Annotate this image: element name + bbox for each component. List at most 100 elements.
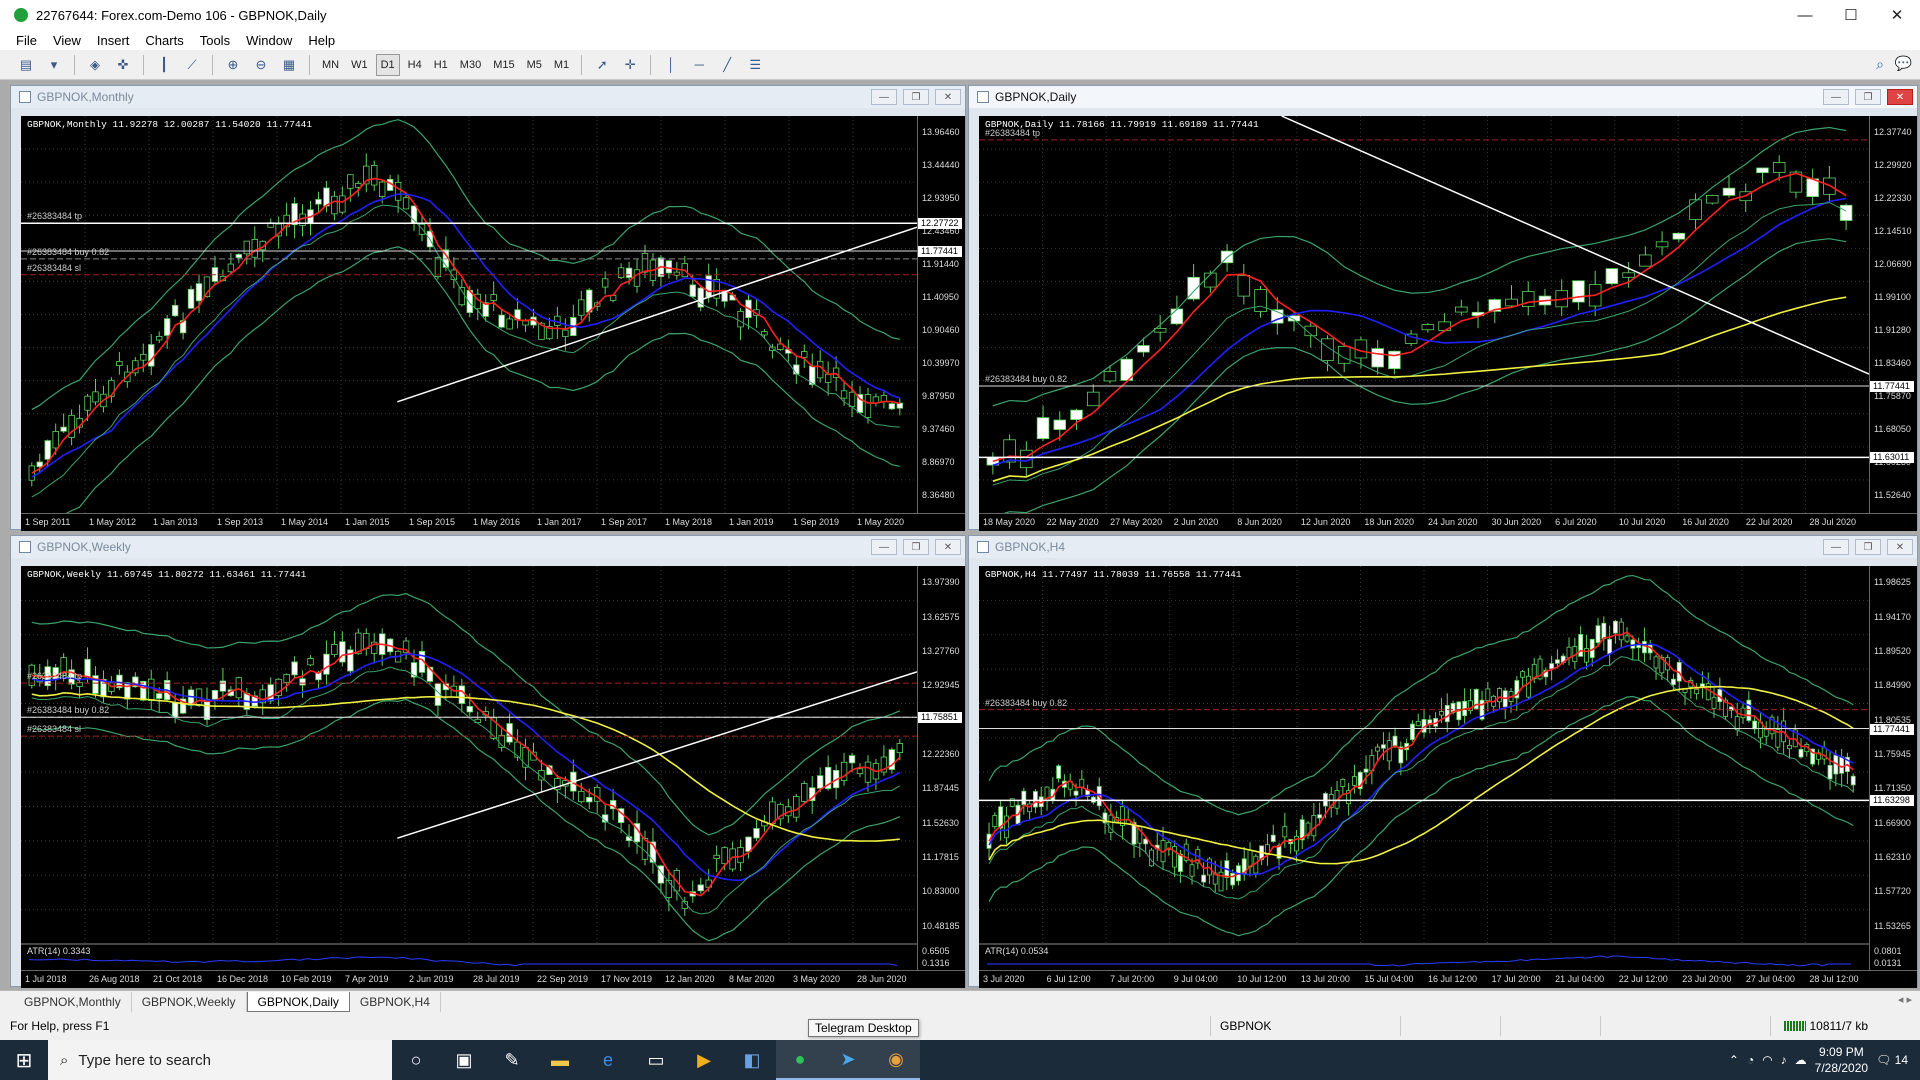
restore-icon[interactable]: ❐ bbox=[1855, 539, 1881, 555]
price-axis[interactable]: 12.37740 12.29920 12.22330 12.14510 12.06690… bbox=[1869, 116, 1917, 513]
menu-insert[interactable]: Insert bbox=[89, 33, 138, 48]
chart-caption[interactable]: GBPNOK,Daily — ❐ ✕ bbox=[969, 86, 1917, 108]
price-axis[interactable]: 13.9739013.6257513.2776012.9294512.58130… bbox=[917, 566, 965, 970]
close-icon[interactable]: ✕ bbox=[935, 539, 961, 555]
close-icon[interactable]: ✕ bbox=[935, 89, 961, 105]
horizontal-line-icon[interactable]: ─ bbox=[687, 54, 711, 76]
connection-status[interactable]: 10811/7 kb bbox=[1783, 1019, 1868, 1033]
app-icon[interactable]: ▶ bbox=[680, 1040, 728, 1080]
timeframe-d1[interactable]: D1 bbox=[375, 53, 400, 76]
timeframe-m1[interactable]: M1 bbox=[550, 54, 573, 76]
price-axis[interactable]: 11.98625 11.94170 11.89520 11.84990 11.80535… bbox=[1869, 566, 1917, 970]
market-watch-icon[interactable]: ◈ bbox=[83, 54, 107, 76]
tray-chevron-icon[interactable]: ⌃ bbox=[1729, 1053, 1739, 1067]
profiles-icon[interactable]: ▾ bbox=[42, 54, 66, 76]
trendline[interactable] bbox=[397, 671, 917, 839]
candle bbox=[1655, 241, 1669, 248]
bar-chart-icon[interactable]: ┃ bbox=[152, 54, 176, 76]
close-icon[interactable]: ✕ bbox=[1887, 89, 1913, 105]
tab-gbpnok-h4[interactable]: GBPNOK,H4 bbox=[350, 992, 441, 1012]
chrome-icon[interactable]: ◉ bbox=[872, 1040, 920, 1080]
metatrader-icon[interactable]: ● bbox=[776, 1040, 824, 1080]
restore-icon[interactable]: ❐ bbox=[903, 539, 929, 555]
wifi-icon[interactable]: ◠ bbox=[1762, 1053, 1772, 1067]
restore-icon[interactable]: ❐ bbox=[903, 89, 929, 105]
candle bbox=[323, 653, 330, 675]
price-chart[interactable]: GBPNOK,H4 11.77497 11.78039 11.76558 11.… bbox=[979, 566, 1869, 970]
price-chart[interactable]: GBPNOK,Weekly 11.69745 11.80272 11.63461… bbox=[21, 566, 917, 970]
zoom-in-icon[interactable]: ⊕ bbox=[221, 54, 245, 76]
cortana-icon[interactable]: ○ bbox=[392, 1040, 440, 1080]
clock[interactable]: 9:09 PM 7/28/2020 bbox=[1815, 1044, 1868, 1076]
fxcm-icon[interactable]: ◧ bbox=[728, 1040, 776, 1080]
trendline[interactable] bbox=[1281, 116, 1869, 375]
telegram-icon[interactable]: ➤ bbox=[824, 1040, 872, 1080]
timeframe-m5[interactable]: M5 bbox=[523, 54, 546, 76]
timeframe-m30[interactable]: M30 bbox=[456, 54, 485, 76]
minimize-icon[interactable]: — bbox=[1823, 539, 1849, 555]
time-axis[interactable]: 18 May 2020 22 May 2020 27 May 2020 2 Jun 2… bbox=[979, 513, 1917, 531]
search-icon[interactable]: ⌕ bbox=[1876, 56, 1884, 73]
taskbar-search[interactable]: ⌕ Type here to search bbox=[48, 1040, 392, 1080]
file-explorer-icon[interactable]: ▬ bbox=[536, 1040, 584, 1080]
maximize-icon[interactable]: ☐ bbox=[1828, 0, 1874, 30]
menu-help[interactable]: Help bbox=[300, 33, 343, 48]
minimize-icon[interactable]: — bbox=[871, 89, 897, 105]
notification-icon[interactable]: 🗨 14 bbox=[1876, 1053, 1908, 1067]
menu-tools[interactable]: Tools bbox=[192, 33, 238, 48]
chart-caption[interactable]: GBPNOK,Weekly — ❐ ✕ bbox=[11, 536, 965, 558]
minimize-icon[interactable]: — bbox=[1823, 89, 1849, 105]
crosshair-icon[interactable]: ✛ bbox=[618, 54, 642, 76]
navigator-icon[interactable]: ✜ bbox=[111, 54, 135, 76]
menu-view[interactable]: View bbox=[45, 33, 89, 48]
task-view-icon[interactable]: ▣ bbox=[440, 1040, 488, 1080]
tab-gbpnok-monthly[interactable]: GBPNOK,Monthly bbox=[14, 992, 132, 1012]
chat-icon[interactable]: 💬 bbox=[1895, 55, 1912, 72]
menu-file[interactable]: File bbox=[8, 33, 45, 48]
remote-desktop-icon[interactable]: ▭ bbox=[632, 1040, 680, 1080]
app-icon[interactable]: ✎ bbox=[488, 1040, 536, 1080]
new-chart-icon[interactable]: ▤ bbox=[14, 54, 38, 76]
tab-gbpnok-weekly[interactable]: GBPNOK,Weekly bbox=[132, 992, 247, 1012]
chart-window-h4[interactable]: GBPNOK,H4 — ❐ ✕ GBPNOK,H4 11.77497 11.78… bbox=[968, 535, 1918, 988]
channel-icon[interactable]: ☰ bbox=[743, 54, 767, 76]
chart-window-weekly[interactable]: GBPNOK,Weekly — ❐ ✕ GBPNOK,Weekly 11.697… bbox=[10, 535, 966, 988]
chart-window-monthly[interactable]: GBPNOK,Monthly — ❐ ✕ GBPNOK,Monthly 11.9… bbox=[10, 85, 966, 531]
price-chart[interactable]: GBPNOK,Monthly 11.92278 12.00287 11.5402… bbox=[21, 116, 917, 513]
trendline-icon[interactable]: ╱ bbox=[715, 54, 739, 76]
price-axis[interactable]: 13.96460 13.44440 12.93950 12.43460 11.91440… bbox=[917, 116, 965, 513]
windows-start-icon[interactable]: ⊞ bbox=[0, 1040, 48, 1080]
minimize-icon[interactable]: — bbox=[871, 539, 897, 555]
chart-caption[interactable]: GBPNOK,Monthly — ❐ ✕ bbox=[11, 86, 965, 108]
tab-gbpnok-daily[interactable]: GBPNOK,Daily bbox=[246, 992, 350, 1012]
time-axis[interactable]: 3 Jul 2020 6 Jul 12:00 7 Jul 20:00 9 Jul 04… bbox=[979, 970, 1917, 988]
restore-icon[interactable]: ❐ bbox=[1855, 89, 1881, 105]
chart-window-daily[interactable]: GBPNOK,Daily — ❐ ✕ GBPNOK,Daily 11.78166… bbox=[968, 85, 1918, 531]
network-icon[interactable]: ◔ bbox=[1747, 1053, 1754, 1067]
time-axis[interactable]: 1 Sep 2011 1 May 2012 1 Jan 2013 1 Sep 2013… bbox=[21, 513, 965, 531]
candle bbox=[880, 395, 888, 402]
onedrive-icon[interactable]: ☁ bbox=[1795, 1053, 1807, 1067]
zoom-out-icon[interactable]: ⊖ bbox=[249, 54, 273, 76]
timeframe-h1[interactable]: H1 bbox=[430, 54, 452, 76]
close-icon[interactable]: ✕ bbox=[1887, 539, 1913, 555]
price-chart[interactable]: GBPNOK,Daily 11.78166 11.79919 11.69189 … bbox=[979, 116, 1869, 513]
minimize-icon[interactable]: — bbox=[1782, 0, 1828, 30]
cursor-icon[interactable]: ➚ bbox=[590, 54, 614, 76]
tab-scroll-arrows-icon[interactable]: ◂ ▸ bbox=[1898, 993, 1912, 1006]
edge-icon[interactable]: e bbox=[584, 1040, 632, 1080]
chart-caption[interactable]: GBPNOK,H4 — ❐ ✕ bbox=[969, 536, 1917, 558]
tile-windows-icon[interactable]: ▦ bbox=[277, 54, 301, 76]
line-chart-icon[interactable]: ⟋ bbox=[180, 54, 204, 76]
menu-window[interactable]: Window bbox=[238, 33, 300, 48]
vertical-line-icon[interactable]: │ bbox=[659, 54, 683, 76]
time-axis[interactable]: 1 Jul 2018 26 Aug 2018 21 Oct 2018 16 Dec 2… bbox=[21, 970, 965, 988]
menu-charts[interactable]: Charts bbox=[137, 33, 191, 48]
ma-slow-line bbox=[992, 296, 1847, 482]
timeframe-w1[interactable]: W1 bbox=[347, 54, 372, 76]
close-icon[interactable]: ✕ bbox=[1874, 0, 1920, 30]
timeframe-h4[interactable]: H4 bbox=[404, 54, 426, 76]
timeframe-mn[interactable]: MN bbox=[318, 54, 343, 76]
volume-icon[interactable]: ♪ bbox=[1781, 1053, 1787, 1067]
timeframe-m15[interactable]: M15 bbox=[489, 54, 518, 76]
